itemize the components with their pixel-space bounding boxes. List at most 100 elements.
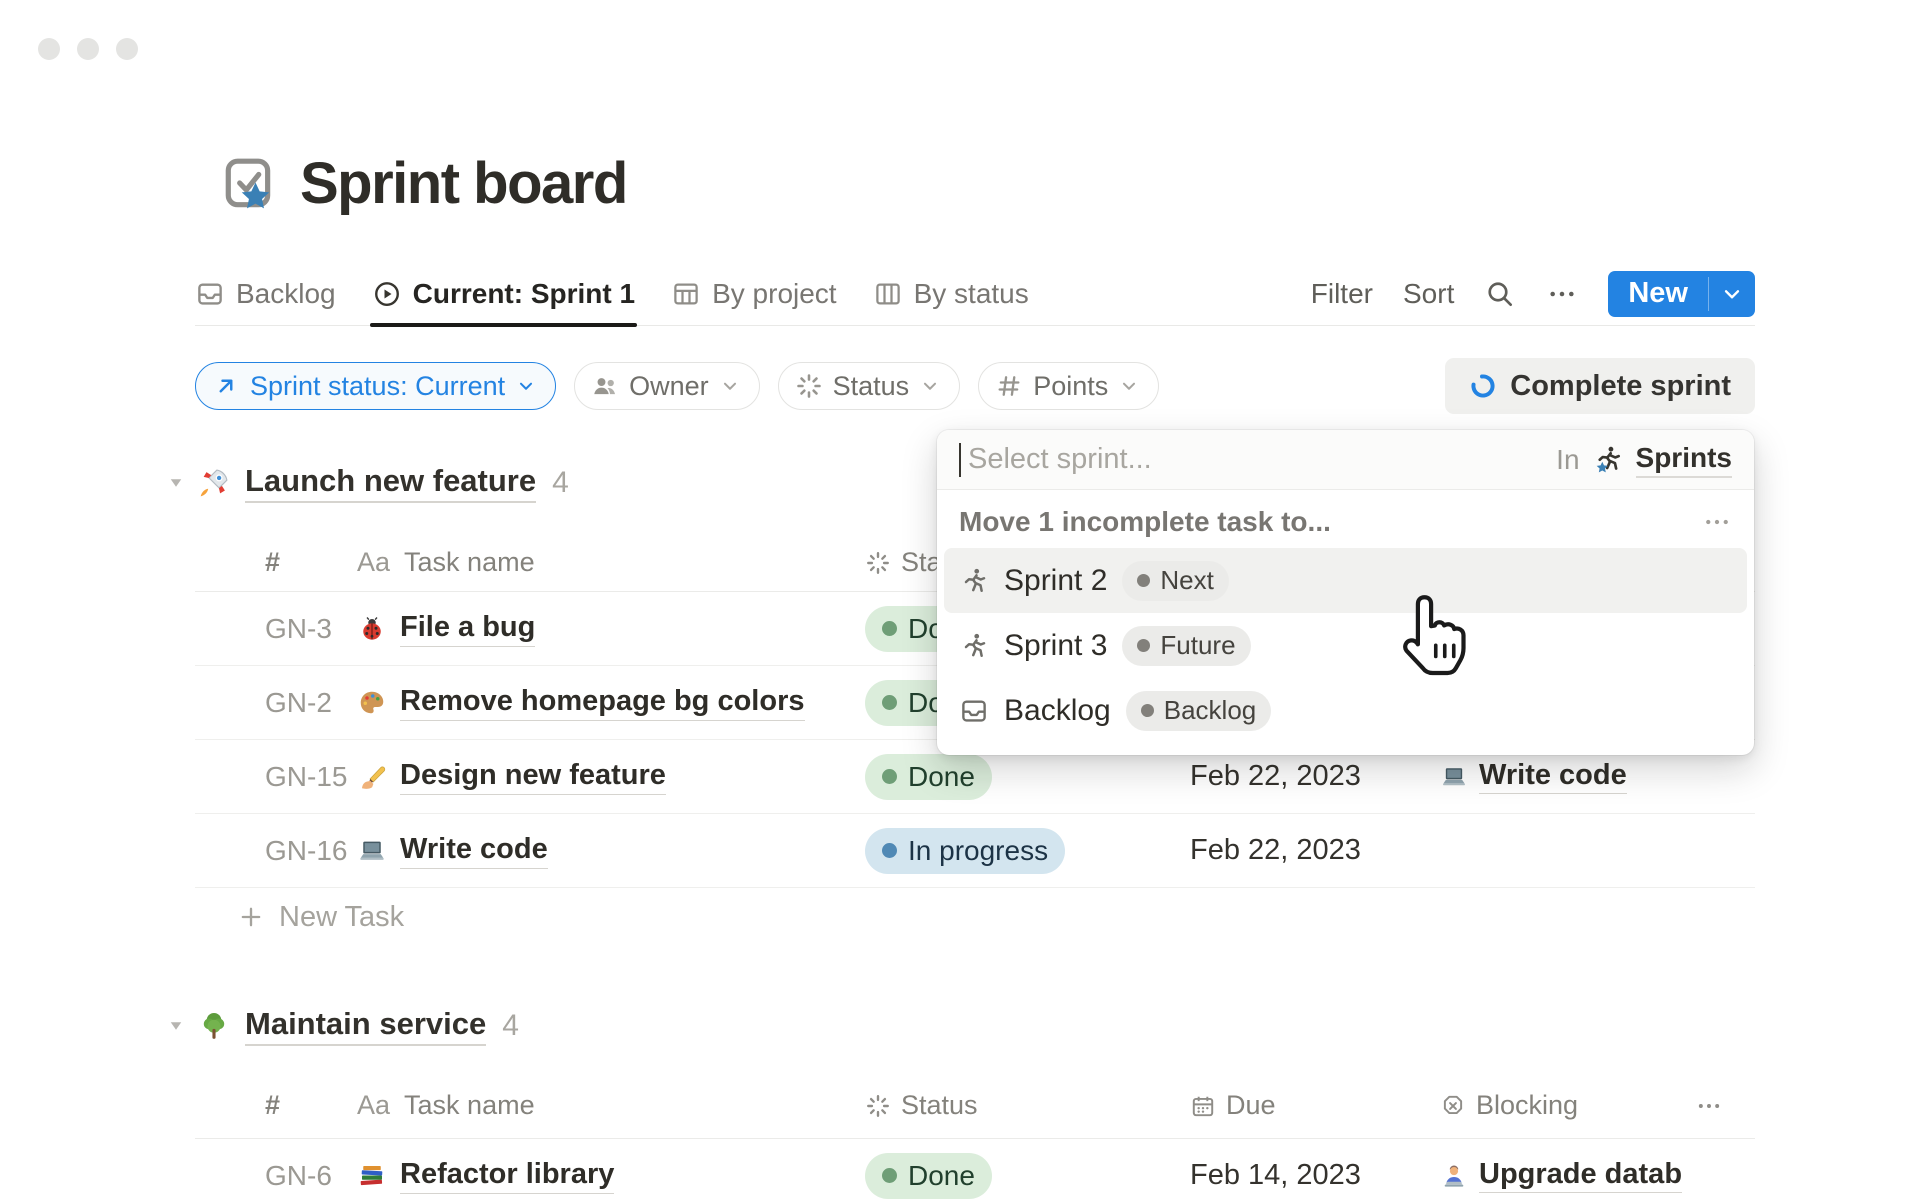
task-name-cell[interactable]: File a bug (357, 592, 857, 665)
status-badge: Next (1122, 561, 1228, 601)
section-title[interactable]: Launch new feature (245, 463, 536, 503)
sprint-search-row[interactable]: Select sprint... In Sprints (937, 430, 1754, 490)
chevron-down-icon (919, 375, 941, 397)
in-scope: In Sprints (1556, 442, 1732, 478)
column-header-label: Blocking (1476, 1090, 1578, 1121)
window-zoom-button[interactable] (116, 38, 138, 60)
complete-sprint-button[interactable]: Complete sprint (1445, 358, 1755, 414)
chevron-down-icon[interactable] (1709, 271, 1755, 317)
task-name-cell[interactable]: Design new feature (357, 740, 857, 813)
filter-chip-owner[interactable]: Owner (574, 362, 760, 410)
column-header-task-name[interactable]: AaTask name (357, 534, 857, 591)
sprints-database-link[interactable]: Sprints (1636, 442, 1732, 478)
hash-icon: # (265, 1090, 280, 1121)
blocked-icon (1440, 1093, 1466, 1119)
new-button[interactable]: New (1608, 271, 1755, 317)
sprint-option-sprint-2[interactable]: Sprint 2 Next (944, 548, 1747, 613)
filter-button[interactable]: Filter (1311, 278, 1373, 310)
section-title[interactable]: Maintain service (245, 1006, 486, 1046)
task-id-text: GN-15 (265, 761, 347, 793)
tab-backlog[interactable]: Backlog (195, 262, 336, 325)
task-due-cell[interactable]: Feb 22, 2023 (1190, 814, 1430, 887)
task-name: File a bug (400, 611, 535, 647)
task-id-text: GN-2 (265, 687, 332, 719)
tab-by-status[interactable]: By status (873, 262, 1029, 325)
dropdown-more-icon[interactable] (1702, 507, 1732, 537)
writing-hand-icon (357, 762, 387, 792)
board-icon (873, 279, 903, 309)
column-header-status[interactable]: Status (865, 1073, 1125, 1138)
task-due-cell[interactable]: Feb 14, 2023 (1190, 1139, 1430, 1200)
runner-icon (959, 566, 989, 596)
tab-current-sprint-1[interactable]: Current: Sprint 1 (372, 262, 635, 325)
sprint-option-label: Backlog (1004, 694, 1111, 728)
sort-button[interactable]: Sort (1403, 278, 1454, 310)
tab-label: By status (914, 278, 1029, 310)
page-title[interactable]: Sprint board (300, 150, 627, 217)
blocking-task-name: Write code (1479, 759, 1627, 794)
column-header-blocking[interactable]: Blocking (1440, 1073, 1700, 1138)
sprint-option-sprint-3[interactable]: Sprint 3Future (944, 613, 1747, 678)
tab-label: Current: Sprint 1 (413, 278, 635, 310)
section-toggle-icon[interactable] (167, 1017, 185, 1035)
column-header-task-name[interactable]: AaTask name (357, 1073, 857, 1138)
blocking-link[interactable]: Write code (1440, 759, 1627, 794)
sprint-option-backlog[interactable]: BacklogBacklog (944, 678, 1747, 743)
window-close-button[interactable] (38, 38, 60, 60)
in-label: In (1556, 444, 1579, 476)
section-count: 4 (552, 466, 569, 500)
status-badge: Future (1122, 626, 1250, 666)
ladybug-icon (357, 614, 387, 644)
filter-chip-status[interactable]: Status (778, 362, 961, 410)
task-link[interactable]: Refactor library (357, 1158, 614, 1194)
complete-sprint-label: Complete sprint (1510, 370, 1731, 403)
task-link[interactable]: Write code (357, 833, 548, 869)
due-date: Feb 22, 2023 (1190, 760, 1361, 793)
view-tabbar: Backlog Current: Sprint 1 By project By sta… (195, 262, 1755, 326)
window-controls[interactable] (38, 38, 138, 60)
inbox-icon (195, 279, 225, 309)
task-name-cell[interactable]: Remove homepage bg colors (357, 666, 857, 739)
sprint-option-label: Sprint 2 (1004, 564, 1107, 598)
new-task-button[interactable]: New Task (195, 888, 1755, 946)
task-status-cell[interactable]: In progress (865, 814, 1125, 887)
status-dot (882, 1168, 897, 1183)
task-link[interactable]: Design new feature (357, 759, 666, 795)
column-header-label: Due (1226, 1090, 1276, 1121)
task-blocking-cell[interactable]: Upgrade datab (1440, 1139, 1700, 1200)
section-toggle-icon[interactable] (167, 474, 185, 492)
status-spinner-icon (865, 1093, 891, 1119)
window-minimize-button[interactable] (77, 38, 99, 60)
search-icon[interactable] (1484, 278, 1516, 310)
column-header-label: Status (901, 1090, 978, 1121)
task-blocking-cell[interactable] (1440, 814, 1700, 887)
task-status-cell[interactable]: Done (865, 1139, 1125, 1200)
blocking-link[interactable]: Upgrade datab (1440, 1158, 1682, 1193)
filter-chip-points[interactable]: Points (978, 362, 1159, 410)
status-label: Done (908, 1160, 975, 1192)
status-label: Done (908, 761, 975, 793)
sprint-search-input[interactable]: Select sprint... (968, 443, 1556, 476)
task-table: #AaTask nameStatusDueBlockingGN-6Refacto… (195, 1073, 1755, 1200)
spinner-icon (795, 372, 823, 400)
task-name-cell[interactable]: Write code (357, 814, 857, 887)
task-name-cell[interactable]: Refactor library (357, 1139, 857, 1200)
filter-chip-sprint-status-current[interactable]: Sprint status: Current (195, 362, 556, 410)
new-button-label[interactable]: New (1608, 271, 1708, 317)
status-dot (882, 769, 897, 784)
text-type-icon: Aa (357, 1090, 390, 1121)
people-icon (591, 372, 619, 400)
status-dot (882, 843, 897, 858)
column-options-button[interactable] (1695, 1073, 1735, 1138)
column-header-due[interactable]: Due (1190, 1073, 1430, 1138)
tab-label: By project (712, 278, 837, 310)
badge-label: Future (1160, 630, 1235, 661)
task-link[interactable]: File a bug (357, 611, 535, 647)
sprint-options-list: Sprint 2 Next Sprint 3FutureBacklogBacklog (937, 546, 1754, 755)
task-id-text: GN-16 (265, 835, 347, 867)
status-spinner-icon (865, 550, 891, 576)
section-count: 4 (502, 1009, 519, 1043)
tab-by-project[interactable]: By project (671, 262, 837, 325)
task-link[interactable]: Remove homepage bg colors (357, 685, 805, 721)
more-options-icon[interactable] (1546, 278, 1578, 310)
